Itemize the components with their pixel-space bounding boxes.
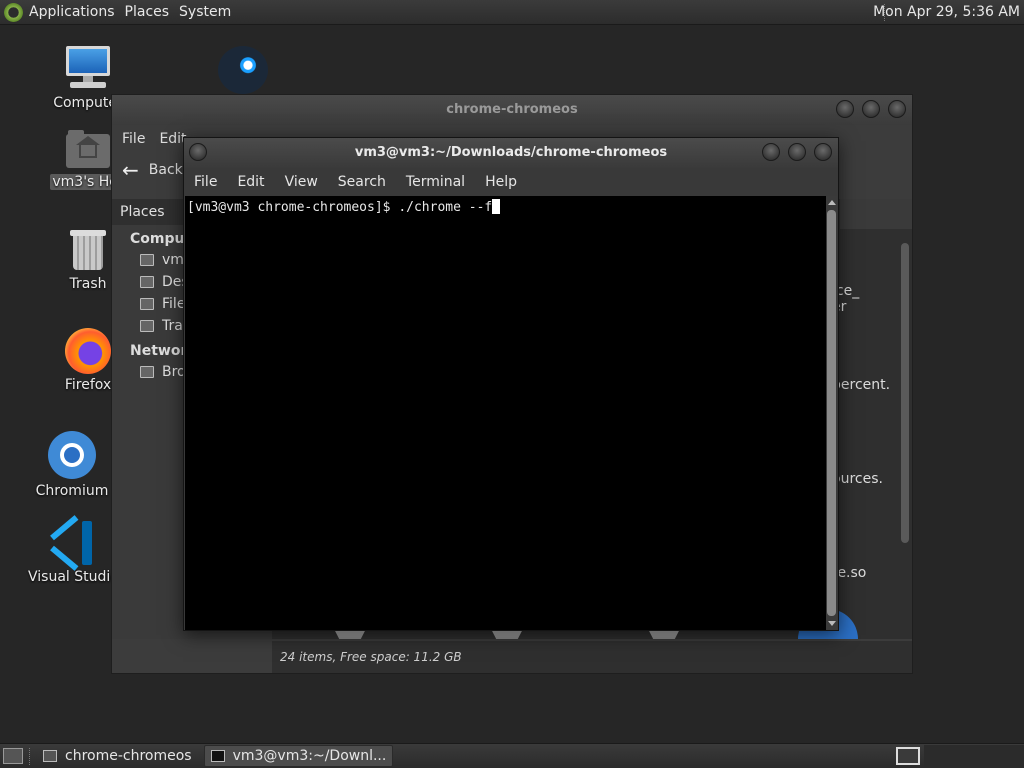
back-button[interactable]: Back bbox=[149, 162, 183, 178]
top-panel: Applications Places System Mon Apr 29, 5… bbox=[0, 0, 1024, 25]
menu-terminal[interactable]: Terminal bbox=[406, 174, 475, 190]
trash-icon bbox=[140, 320, 154, 332]
file-view-scrollbar[interactable] bbox=[900, 229, 910, 639]
status-bar: 24 items, Free space: 11.2 GB bbox=[272, 641, 912, 673]
menu-help[interactable]: Help bbox=[485, 174, 527, 190]
home-folder-icon bbox=[66, 130, 110, 168]
chromium-icon bbox=[48, 431, 96, 479]
menu-edit[interactable]: Edit bbox=[237, 174, 274, 190]
desktop-icon-chromium[interactable]: Chromium bbox=[24, 431, 120, 499]
maximize-button[interactable] bbox=[788, 143, 806, 161]
system-menu-label: System bbox=[179, 4, 232, 20]
file-name[interactable]: percent. bbox=[832, 377, 890, 393]
window-title: vm3@vm3:~/Downloads/chrome-chromeos bbox=[354, 145, 668, 160]
desktop-icon-label: Firefox bbox=[64, 377, 112, 393]
taskbar-item-file-manager[interactable]: chrome-chromeos bbox=[37, 745, 198, 767]
system-menu[interactable]: System bbox=[175, 0, 237, 25]
computer-icon bbox=[64, 46, 112, 92]
minimize-button[interactable] bbox=[836, 100, 854, 118]
scroll-up-icon[interactable] bbox=[828, 200, 836, 205]
file-name[interactable]: ources. bbox=[832, 471, 883, 487]
taskbar-item-terminal[interactable]: vm3@vm3:~/Downl... bbox=[203, 745, 394, 767]
menu-file[interactable]: File bbox=[122, 131, 145, 147]
maximize-button[interactable] bbox=[862, 100, 880, 118]
scrollbar-thumb[interactable] bbox=[827, 210, 836, 616]
sidebar-item-label: File bbox=[162, 296, 186, 312]
show-desktop-button[interactable] bbox=[3, 748, 23, 764]
terminal-icon bbox=[210, 750, 225, 762]
drive-icon bbox=[140, 298, 154, 310]
taskbar-item-label: vm3@vm3:~/Downl... bbox=[232, 748, 387, 764]
applications-menu[interactable]: Applications bbox=[0, 0, 121, 25]
text-cursor bbox=[492, 199, 501, 214]
home-icon bbox=[140, 254, 154, 266]
menu-file[interactable]: File bbox=[194, 174, 227, 190]
file-view-header bbox=[840, 199, 912, 229]
terminal-window[interactable]: vm3@vm3:~/Downloads/chrome-chromeos File… bbox=[183, 137, 839, 631]
minimize-button[interactable] bbox=[762, 143, 780, 161]
menu-search[interactable]: Search bbox=[338, 174, 396, 190]
network-icon bbox=[140, 366, 154, 378]
menu-view[interactable]: View bbox=[285, 174, 328, 190]
steam-icon[interactable] bbox=[218, 46, 268, 94]
desktop-icon-vscode[interactable]: Visual Studio Co bbox=[26, 515, 142, 585]
terminal-output[interactable]: [vm3@vm3 chrome-chromeos]$ ./chrome --f bbox=[185, 196, 827, 630]
back-arrow-icon: ← bbox=[122, 158, 139, 182]
clock[interactable]: Mon Apr 29, 5:36 AM bbox=[873, 0, 1020, 25]
folder-icon bbox=[43, 750, 57, 762]
desktop-icon bbox=[140, 276, 154, 288]
panel-separator bbox=[29, 747, 31, 765]
vscode-icon bbox=[50, 515, 96, 571]
desktop-icon-label: Trash bbox=[69, 276, 107, 292]
applications-menu-label: Applications bbox=[29, 4, 115, 20]
distro-logo-icon bbox=[4, 2, 23, 22]
terminal-menubar: File Edit View Search Terminal Help bbox=[184, 168, 838, 196]
command-line: [vm3@vm3 chrome-chromeos]$ ./chrome --f bbox=[187, 200, 493, 215]
close-button[interactable] bbox=[814, 143, 832, 161]
places-menu-label: Places bbox=[124, 4, 170, 20]
file-manager-titlebar[interactable]: chrome-chromeos bbox=[112, 95, 912, 125]
firefox-icon bbox=[65, 328, 111, 374]
close-button[interactable] bbox=[888, 100, 906, 118]
desktop-icon-label: Chromium bbox=[35, 483, 109, 499]
terminal-titlebar[interactable]: vm3@vm3:~/Downloads/chrome-chromeos bbox=[184, 138, 838, 168]
bottom-panel: chrome-chromeos vm3@vm3:~/Downl... bbox=[0, 743, 1024, 768]
places-menu[interactable]: Places bbox=[121, 0, 176, 25]
workspace-switcher[interactable] bbox=[896, 747, 920, 765]
trash-icon bbox=[70, 228, 106, 272]
taskbar-item-label: chrome-chromeos bbox=[65, 748, 192, 764]
panel-tray bbox=[924, 745, 1024, 767]
window-title: chrome-chromeos bbox=[446, 102, 578, 117]
terminal-scrollbar[interactable] bbox=[826, 196, 837, 630]
scroll-down-icon[interactable] bbox=[828, 621, 836, 626]
sidebar-item-label: Tra bbox=[162, 318, 183, 334]
